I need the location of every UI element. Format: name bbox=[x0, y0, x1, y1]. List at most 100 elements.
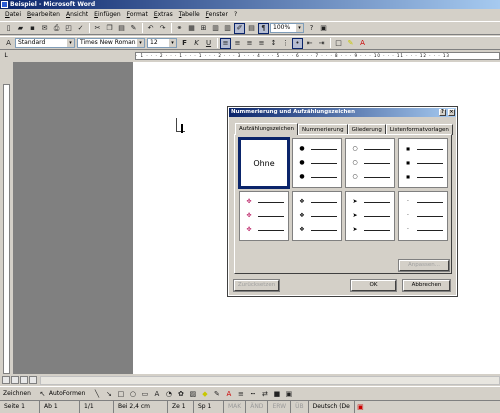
show-formatting-icon[interactable]: ¶ bbox=[258, 22, 269, 34]
arrow-style-icon[interactable]: ⇄ bbox=[259, 388, 270, 399]
shadow-icon[interactable]: ■ bbox=[271, 388, 282, 399]
align-left-icon[interactable]: ≡ bbox=[220, 37, 231, 49]
line-style-icon[interactable]: ≡ bbox=[235, 388, 246, 399]
menu-table[interactable]: Tabelle bbox=[176, 9, 203, 20]
line-spacing-icon[interactable]: ↕ bbox=[268, 38, 279, 49]
redo-icon[interactable]: ↷ bbox=[157, 23, 168, 34]
menu-view[interactable]: Ansicht bbox=[63, 9, 91, 20]
dialog-close-button[interactable]: × bbox=[448, 109, 455, 116]
new-document-icon[interactable]: ▯ bbox=[3, 23, 14, 34]
help-icon[interactable]: ? bbox=[306, 23, 317, 34]
italic-icon[interactable]: K bbox=[191, 38, 202, 49]
email-icon[interactable]: ✉ bbox=[39, 23, 50, 34]
status-extend[interactable]: ERW bbox=[268, 401, 292, 413]
tables-borders-icon[interactable]: ▦ bbox=[186, 23, 197, 34]
clipart-icon[interactable]: ✿ bbox=[175, 388, 186, 399]
align-center-icon[interactable]: ≡ bbox=[232, 38, 243, 49]
insert-excel-icon[interactable]: ▥ bbox=[210, 23, 221, 34]
read-icon[interactable]: ▣ bbox=[318, 23, 329, 34]
decrease-indent-icon[interactable]: ⇤ bbox=[304, 38, 315, 49]
menu-insert[interactable]: Einfügen bbox=[91, 9, 123, 20]
textbox-tool-icon[interactable]: ▭ bbox=[139, 388, 150, 399]
bullet-option-square[interactable]: ■ ■ ■ bbox=[398, 138, 448, 188]
hyperlink-icon[interactable]: ⚭ bbox=[174, 23, 185, 34]
font-select[interactable]: Times New Roman ▾ bbox=[77, 38, 145, 48]
save-icon[interactable]: ▪ bbox=[27, 23, 38, 34]
vertical-ruler[interactable] bbox=[0, 62, 12, 374]
drawing-icon[interactable]: ✐ bbox=[234, 22, 245, 34]
rectangle-tool-icon[interactable]: □ bbox=[115, 388, 126, 399]
cancel-button[interactable]: Abbrechen bbox=[402, 279, 451, 292]
diagram-icon[interactable]: ◔ bbox=[163, 388, 174, 399]
3d-icon[interactable]: ▣ bbox=[283, 388, 294, 399]
justify-icon[interactable]: ≡ bbox=[256, 38, 267, 49]
status-overtype[interactable]: ÜB bbox=[291, 401, 309, 413]
tab-stop-selector[interactable]: L bbox=[0, 51, 12, 61]
bold-icon[interactable]: F bbox=[179, 38, 190, 49]
font-color-draw-icon[interactable]: A bbox=[223, 388, 234, 399]
bullet-option-small-dot[interactable]: · · · bbox=[398, 191, 448, 241]
customize-button[interactable]: Anpassen... bbox=[398, 259, 450, 272]
line-color-icon[interactable]: ✎ bbox=[211, 388, 222, 399]
columns-icon[interactable]: ▥ bbox=[222, 23, 233, 34]
dash-style-icon[interactable]: ┅ bbox=[247, 388, 258, 399]
bullet-option-four-diamonds[interactable]: ❖ ❖ ❖ bbox=[292, 191, 342, 241]
draw-menu-button[interactable]: Zeichnen bbox=[3, 390, 31, 397]
normal-view-icon[interactable] bbox=[2, 376, 10, 384]
border-icon[interactable]: □ bbox=[333, 38, 344, 49]
numbering-icon[interactable]: ⋮ bbox=[280, 38, 291, 49]
status-record-macro[interactable]: MAK bbox=[224, 401, 247, 413]
undo-icon[interactable]: ↶ bbox=[145, 23, 156, 34]
select-objects-icon[interactable]: ↖ bbox=[37, 388, 48, 399]
print-layout-icon[interactable] bbox=[20, 376, 28, 384]
arrow-tool-icon[interactable]: ↘ bbox=[103, 388, 114, 399]
spellcheck-icon[interactable]: ✓ bbox=[75, 23, 86, 34]
line-tool-icon[interactable]: ╲ bbox=[91, 388, 102, 399]
oval-tool-icon[interactable]: ○ bbox=[127, 388, 138, 399]
format-painter-icon[interactable]: ✎ bbox=[128, 23, 139, 34]
bullets-icon[interactable]: • bbox=[292, 37, 303, 49]
dialog-help-button[interactable]: ? bbox=[439, 109, 446, 116]
bullet-option-quad-diamond[interactable]: ✤ ✤ ✤ bbox=[239, 191, 289, 241]
status-track-changes[interactable]: ÄND bbox=[246, 401, 269, 413]
menu-help[interactable]: ? bbox=[231, 9, 240, 20]
horizontal-scrollbar[interactable] bbox=[40, 376, 500, 385]
print-icon[interactable]: ⎙ bbox=[51, 23, 62, 34]
copy-icon[interactable]: ❐ bbox=[104, 23, 115, 34]
menu-file[interactable]: Datei bbox=[2, 9, 24, 20]
menu-edit[interactable]: Bearbeiten bbox=[24, 9, 63, 20]
bullet-option-circle[interactable]: ○ ○ ○ bbox=[345, 138, 395, 188]
horizontal-ruler[interactable]: · 1 · · · 2 · · · 1 · · · 1 · · · 2 · · … bbox=[12, 51, 500, 61]
autoshapes-button[interactable]: AutoFormen bbox=[49, 390, 86, 397]
picture-icon[interactable]: ▨ bbox=[187, 388, 198, 399]
fill-color-icon[interactable]: ◆ bbox=[199, 388, 210, 399]
insert-table-icon[interactable]: ⊞ bbox=[198, 23, 209, 34]
bullet-option-none[interactable]: Ohne bbox=[238, 137, 290, 189]
web-view-icon[interactable] bbox=[11, 376, 19, 384]
highlight-icon[interactable]: ✎ bbox=[345, 38, 356, 49]
style-select[interactable]: Standard ▾ bbox=[15, 38, 75, 48]
font-size-select[interactable]: 12 ▾ bbox=[147, 38, 177, 48]
align-right-icon[interactable]: ≡ bbox=[244, 38, 255, 49]
tab-bullets[interactable]: Aufzählungszeichen bbox=[235, 123, 298, 135]
bullet-option-dot[interactable]: ● ● ● bbox=[292, 138, 342, 188]
print-preview-icon[interactable]: ◰ bbox=[63, 23, 74, 34]
paste-icon[interactable]: ▤ bbox=[116, 23, 127, 34]
menu-format[interactable]: Format bbox=[124, 9, 151, 20]
outline-view-icon[interactable] bbox=[29, 376, 37, 384]
underline-icon[interactable]: U bbox=[203, 38, 214, 49]
increase-indent-icon[interactable]: ⇥ bbox=[316, 38, 327, 49]
document-map-icon[interactable]: ▤ bbox=[246, 23, 257, 34]
zoom-select[interactable]: 100% ▾ bbox=[270, 23, 304, 33]
font-color-icon[interactable]: A bbox=[357, 38, 368, 49]
bullet-option-arrow[interactable]: ➤ ➤ ➤ bbox=[345, 191, 395, 241]
reset-button[interactable]: Zurücksetzen bbox=[233, 279, 280, 292]
menu-tools[interactable]: Extras bbox=[151, 9, 176, 20]
spelling-status-icon[interactable]: ▣ bbox=[355, 402, 366, 413]
menu-window[interactable]: Fenster bbox=[203, 9, 231, 20]
open-folder-icon[interactable]: ▰ bbox=[15, 23, 26, 34]
cut-icon[interactable]: ✂ bbox=[92, 23, 103, 34]
word-app-icon[interactable] bbox=[1, 1, 8, 8]
styles-pane-icon[interactable]: A bbox=[3, 38, 14, 49]
ok-button[interactable]: OK bbox=[350, 279, 397, 292]
